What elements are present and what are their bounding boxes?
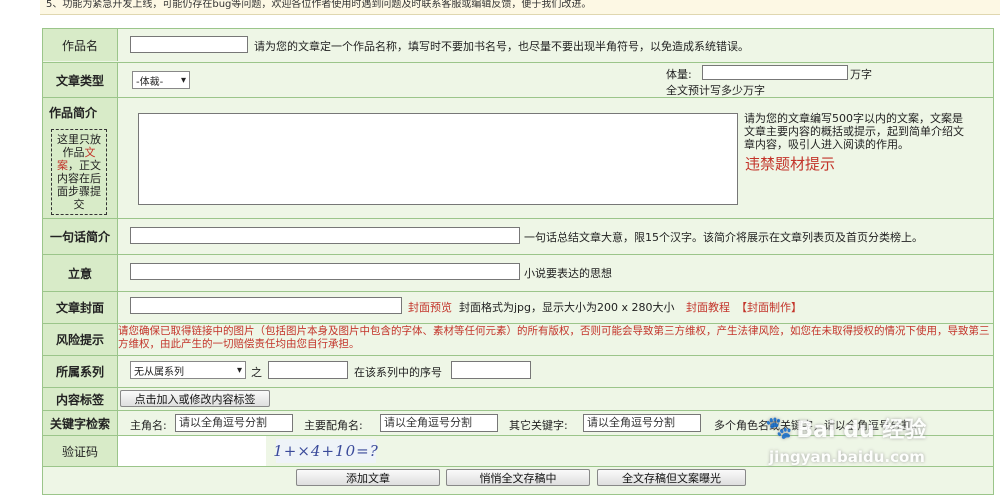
series-order-text: 在该系列中的序号 [354,366,442,379]
lead-name-label: 主角名: [130,419,167,432]
synopsis-textarea[interactable] [138,113,738,205]
risk-text: 请您确保已取得链接中的图片（包括图片本身及图片中包含的字体、素材等任何元素）的所… [118,325,990,350]
cover-preview-link[interactable]: 封面预览 [408,299,452,315]
row-cover: 文章封面 封面预览 封面格式为jpg，显示大小为200 x 280大小 封面教程… [43,291,993,323]
cover-make-link[interactable]: 【封面制作】 [736,299,802,315]
series-select[interactable]: 无从属系列 ▾ [130,361,246,379]
quiet-draft-button[interactable]: 悄悄全文存稿中 [446,469,590,486]
synopsis-note: 这里只放作品文案，正文内容在后面步骤提交 [51,129,107,215]
theme-hint: 小说要表达的思想 [524,267,612,280]
row-risk: 风险提示 请您确保已取得链接中的图片（包括图片本身及图片中包含的字体、素材等任何… [43,323,993,355]
series-select-value: 无从属系列 [134,366,184,378]
work-name-hint: 请为您的文章定一个作品名称，填写时不要加书名号，也尽量不要出现半角符号，以免造成… [254,40,749,53]
row-one-sentence: 一句话简介 一句话总结文章大意，限15个汉字。该简介将展示在文章列表页及首页分类… [43,218,993,254]
volume-hint: 全文预计写多少万字 [666,84,765,97]
support-name-input[interactable]: 请以全角逗号分割 [380,414,498,432]
work-name-input[interactable] [130,36,248,53]
genre-select-value: -体裁- [136,76,164,88]
series-of-text: 之 [251,366,262,379]
watermark: 🐾 Bai du 经验 jingyan.baidu.com [765,412,945,482]
row-theme: 立意 小说要表达的思想 [43,254,993,291]
one-sentence-label: 一句话简介 [43,219,118,254]
captcha-image-text: 1+×4+10=? [273,442,379,460]
cover-tutorial-link[interactable]: 封面教程 [686,299,730,315]
watermark-brand-text: Bai du 经验 [796,418,927,443]
volume-unit: 万字 [850,68,872,81]
paw-icon: 🐾 [765,415,793,441]
lead-name-input[interactable]: 请以全角逗号分割 [175,414,293,432]
row-series: 所属系列 无从属系列 ▾ 之 在该系列中的序号 [43,355,993,387]
synopsis-hint: 请为您的文章编写500字以内的文案，文案是文章主要内容的概括或提示，起到简单介绍… [744,112,964,151]
work-name-label: 作品名 [43,29,118,61]
series-order-input[interactable] [451,361,531,379]
row-article-type: 文章类型 -体裁- ▾ 体量: 万字 全文预计写多少万字 [43,62,993,97]
other-keywords-label: 其它关键字: [509,419,568,432]
volume-input[interactable] [702,65,848,80]
captcha-input[interactable] [118,436,266,466]
risk-label: 风险提示 [43,324,118,355]
captcha-image[interactable]: 1+×4+10=? [273,439,379,463]
article-type-label: 文章类型 [43,63,118,97]
volume-label: 体量: [666,68,692,81]
genre-select[interactable]: -体裁- ▾ [132,71,190,89]
synopsis-label-cell: 作品简介 这里只放作品文案，正文内容在后面步骤提交 [43,98,118,218]
one-sentence-hint: 一句话总结文章大意，限15个汉字。该简介将展示在文章列表页及首页分类榜上。 [524,231,923,244]
cover-hint: 封面格式为jpg，显示大小为200 x 280大小 [459,301,675,314]
forbidden-topics-link[interactable]: 违禁题材提示 [745,153,835,174]
synopsis-label: 作品简介 [49,106,98,120]
theme-label: 立意 [43,255,118,291]
watermark-brand: 🐾 Bai du 经验 [765,412,945,444]
row-work-name: 作品名 请为您的文章定一个作品名称，填写时不要加书名号，也尽量不要出现半角符号，… [43,29,993,61]
top-notice: 5、功能为紧急开发上线，可能仍存在bug等问题，欢迎各位作者使用时遇到问题及时联… [40,0,1000,15]
one-sentence-input[interactable] [130,227,520,244]
expose-draft-button[interactable]: 全文存稿但文案曝光 [597,469,746,486]
row-synopsis: 作品简介 这里只放作品文案，正文内容在后面步骤提交 请为您的文章编写500字以内… [43,97,993,218]
theme-input[interactable] [130,263,520,280]
keywords-label: 关键字检索 [43,411,118,435]
series-position-input[interactable] [268,361,348,379]
other-keywords-input[interactable]: 请以全角逗号分割 [583,414,701,432]
cover-label: 文章封面 [43,292,118,323]
tags-label: 内容标签 [43,388,118,410]
chevron-down-icon: ▾ [236,364,242,376]
watermark-url: jingyan.baidu.com [769,448,925,466]
add-article-button[interactable]: 添加文章 [296,469,440,486]
edit-tags-button[interactable]: 点击加入或修改内容标签 [120,390,270,407]
series-label: 所属系列 [43,356,118,387]
support-name-label: 主要配角名: [304,419,363,432]
cover-input[interactable] [130,297,402,314]
captcha-label: 验证码 [43,436,118,466]
chevron-down-icon: ▾ [180,74,186,86]
row-tags: 内容标签 点击加入或修改内容标签 [43,387,993,410]
